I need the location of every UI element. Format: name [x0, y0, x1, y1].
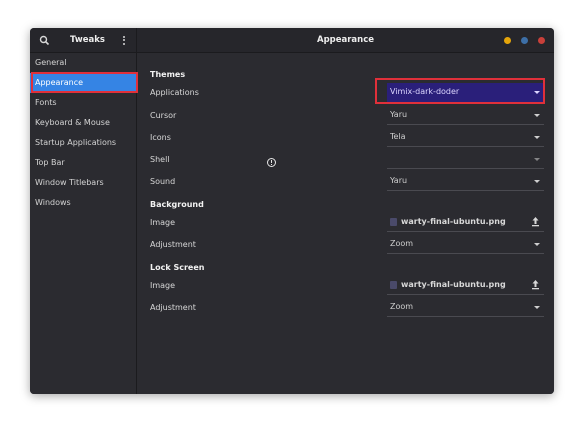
section-title-background: Background [150, 200, 204, 209]
applications-label: Applications [150, 88, 199, 97]
lock-screen-adjustment-label: Adjustment [150, 303, 196, 312]
icons-theme-value: Tela [390, 132, 406, 141]
chevron-down-icon [534, 180, 540, 183]
appearance-panel: Themes Applications Vimix-dark-doder Cur… [138, 53, 554, 394]
sound-theme-combo[interactable]: Yaru [387, 172, 544, 191]
chevron-down-icon [534, 158, 540, 161]
background-image-filename: warty-final-ubuntu.png [401, 217, 506, 226]
menu-icon[interactable] [120, 34, 128, 47]
section-title-lock-screen: Lock Screen [150, 263, 205, 272]
minimize-button[interactable] [504, 37, 511, 44]
tweaks-window: Tweaks Appearance General Appearance Fon… [30, 28, 554, 394]
chevron-down-icon [534, 136, 540, 139]
background-adjustment-label: Adjustment [150, 240, 196, 249]
header-bar: Tweaks Appearance [30, 28, 554, 53]
shell-theme-combo[interactable] [387, 150, 544, 169]
cursor-theme-value: Yaru [390, 110, 408, 119]
sidebar-item-appearance[interactable]: Appearance [30, 73, 137, 93]
section-title-themes: Themes [150, 70, 186, 79]
background-image-chooser[interactable]: warty-final-ubuntu.png [387, 213, 544, 232]
sidebar-item-windows[interactable]: Windows [30, 193, 137, 213]
lock-screen-image-chooser[interactable]: warty-final-ubuntu.png [387, 276, 544, 295]
close-button[interactable] [538, 37, 545, 44]
lock-screen-image-label: Image [150, 281, 176, 290]
sound-label: Sound [150, 177, 176, 186]
cursor-label: Cursor [150, 111, 177, 120]
image-file-icon [390, 281, 397, 289]
cursor-theme-combo[interactable]: Yaru [387, 106, 544, 125]
chevron-down-icon [534, 243, 540, 246]
page-title: Appearance [316, 35, 375, 45]
chevron-down-icon [534, 114, 540, 117]
icons-theme-combo[interactable]: Tela [387, 128, 544, 147]
sidebar-item-fonts[interactable]: Fonts [30, 93, 137, 113]
sidebar-item-startup-applications[interactable]: Startup Applications [30, 133, 137, 153]
chevron-down-icon [534, 91, 540, 94]
applications-theme-combo[interactable]: Vimix-dark-doder [387, 83, 544, 102]
sidebar-item-general[interactable]: General [30, 53, 137, 73]
header-left-pane: Tweaks [30, 28, 137, 53]
lock-screen-image-filename: warty-final-ubuntu.png [401, 280, 506, 289]
background-adjustment-combo[interactable]: Zoom [387, 235, 544, 254]
background-image-label: Image [150, 218, 176, 227]
search-icon[interactable] [39, 35, 50, 46]
applications-theme-value: Vimix-dark-doder [390, 87, 460, 96]
lock-screen-adjustment-value: Zoom [390, 302, 414, 311]
image-file-icon [390, 218, 397, 226]
upload-icon[interactable] [531, 279, 540, 290]
sidebar-item-keyboard-mouse[interactable]: Keyboard & Mouse [30, 113, 137, 133]
maximize-button[interactable] [521, 37, 528, 44]
icons-label: Icons [150, 133, 171, 142]
chevron-down-icon [534, 306, 540, 309]
upload-icon[interactable] [531, 216, 540, 227]
sidebar-item-top-bar[interactable]: Top Bar [30, 153, 137, 173]
app-title: Tweaks [70, 35, 105, 45]
sidebar-item-window-titlebars[interactable]: Window Titlebars [30, 173, 137, 193]
shell-label: Shell [150, 155, 170, 164]
sound-theme-value: Yaru [390, 176, 408, 185]
lock-screen-adjustment-combo[interactable]: Zoom [387, 298, 544, 317]
warning-icon [267, 158, 276, 167]
sidebar: General Appearance Fonts Keyboard & Mous… [30, 53, 137, 394]
background-adjustment-value: Zoom [390, 239, 414, 248]
